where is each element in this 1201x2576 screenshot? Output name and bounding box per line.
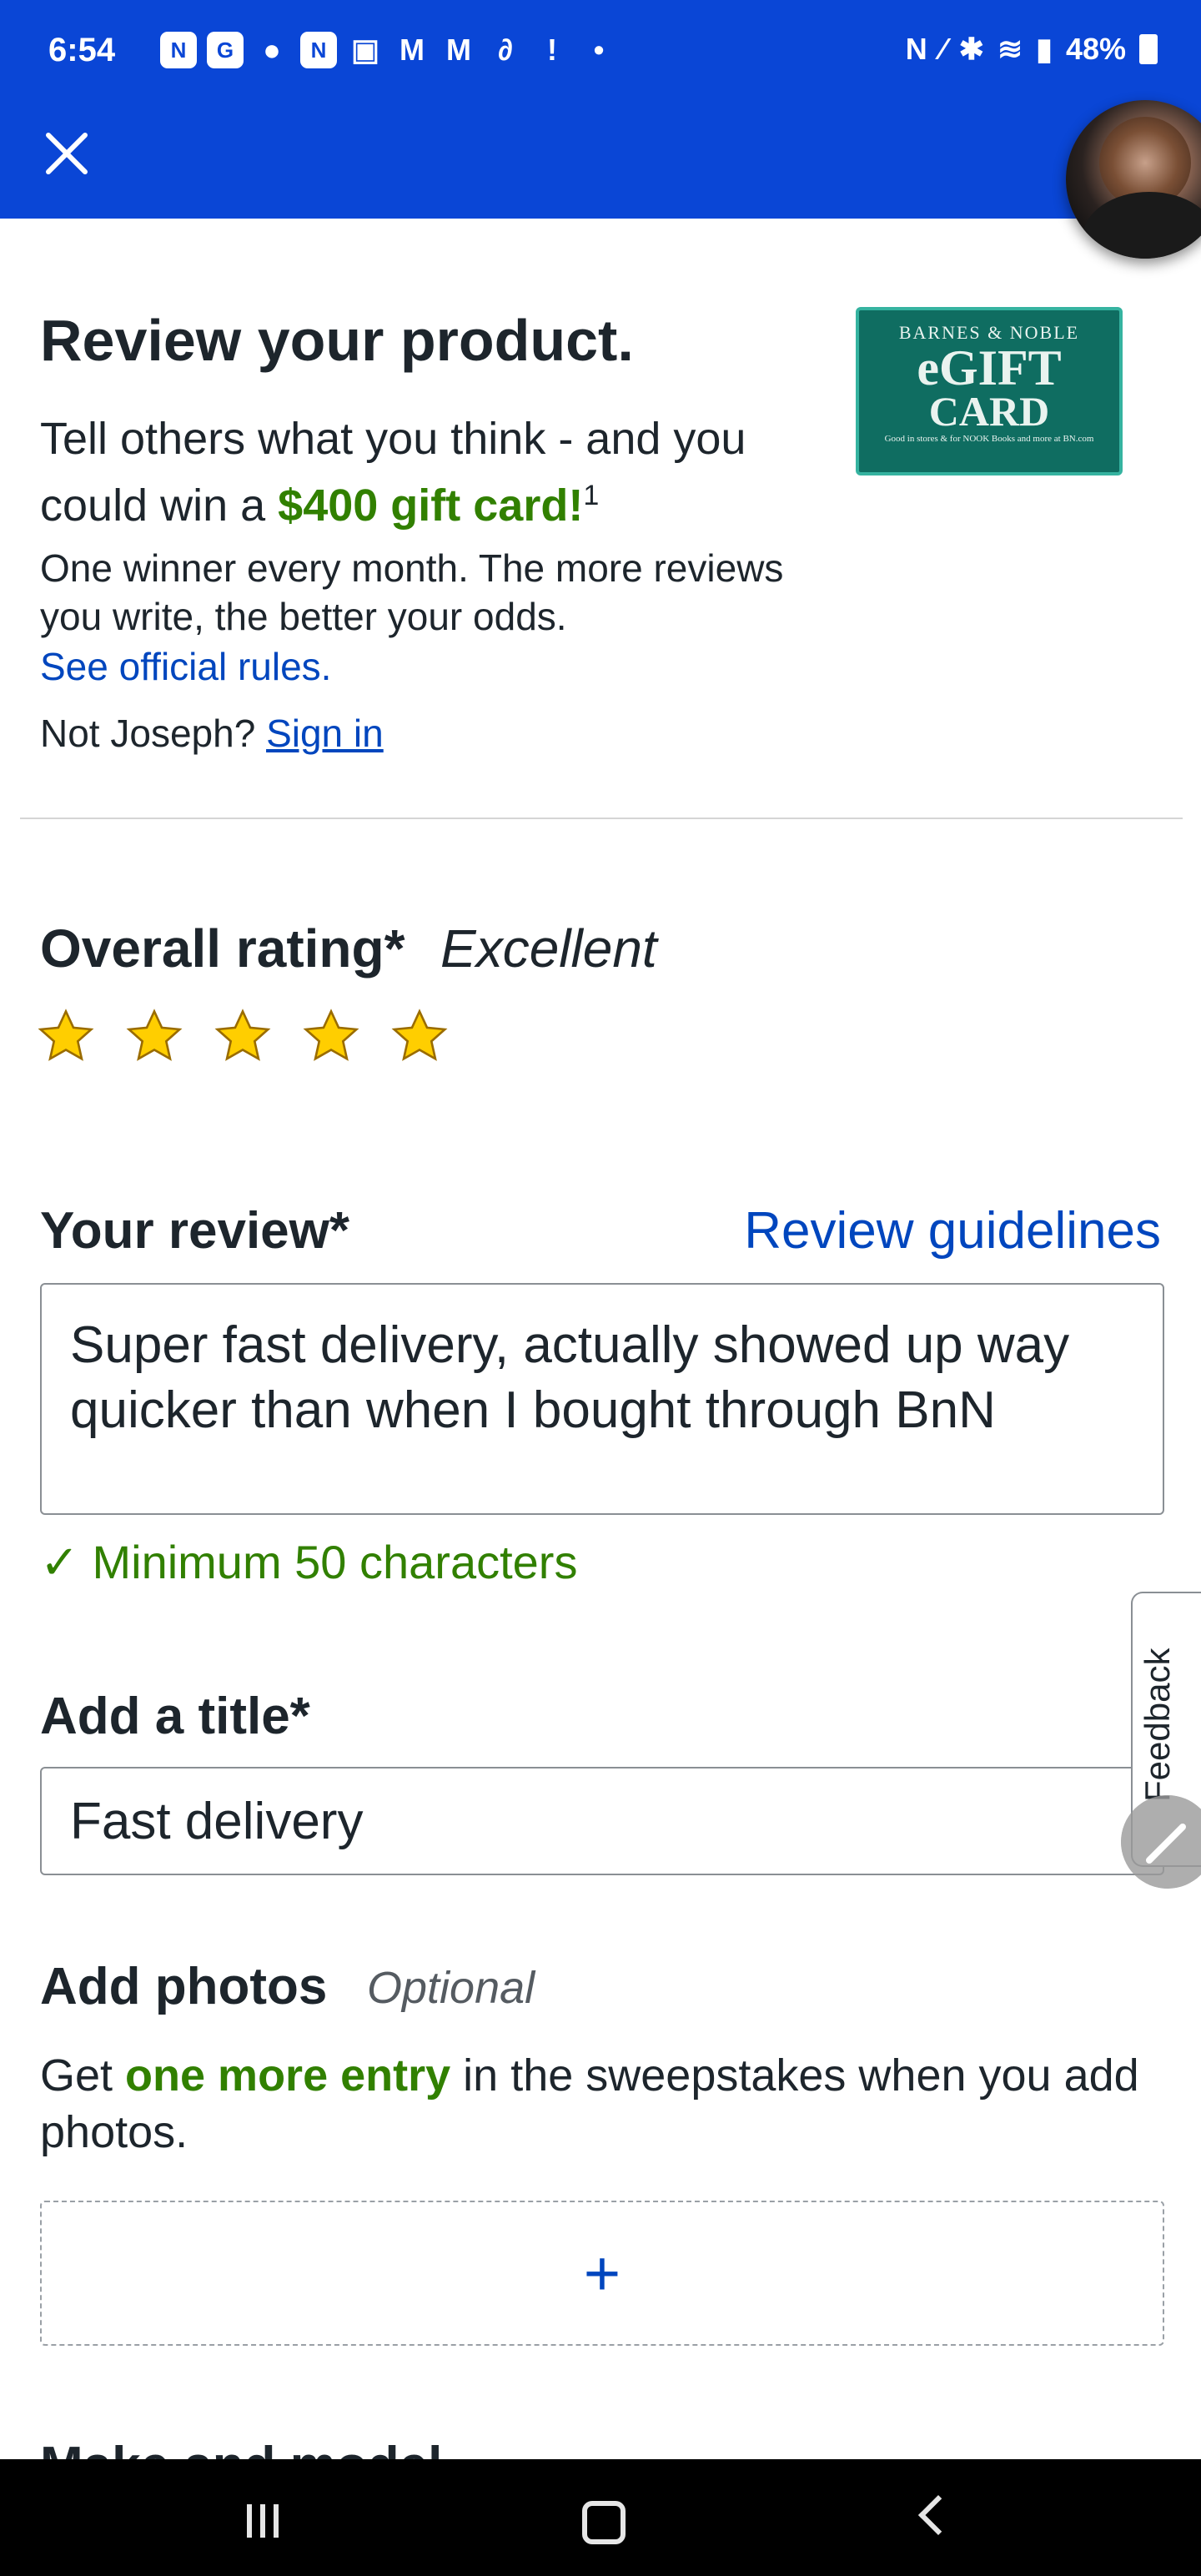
star-icon[interactable]	[214, 1008, 272, 1066]
link-notification-icon: ∂	[498, 33, 513, 67]
app-notification-icon-2: N	[300, 32, 337, 68]
battery-level: 48%	[1065, 32, 1126, 66]
gmail-notification-icon-2: M	[446, 33, 471, 67]
system-status: N ⁄ ✱ ≋ ▮ 48%	[906, 32, 1158, 67]
star-rating	[37, 1008, 449, 1066]
photos-desc-text: Get	[40, 2050, 126, 2101]
battery-icon	[1139, 34, 1158, 64]
app-header: 6:54 N G ● N ▣ M M ∂ ! • N ⁄ ✱ ≋ ▮ 48%	[0, 0, 1201, 219]
intro-detail: One winner every month. The more reviews…	[40, 546, 784, 638]
photos-desc-highlight: one more entry	[125, 2050, 451, 2101]
home-icon[interactable]	[582, 2501, 626, 2544]
not-user-prompt: Not Joseph? Sign in	[40, 711, 384, 756]
signal-icon: ▮	[1036, 32, 1053, 66]
photos-description: Get one more entry in the sweepstakes wh…	[40, 2047, 1174, 2161]
gift-card-fine-print: Good in stores & for NOOK Books and more…	[884, 434, 1094, 444]
wifi-icon: ≋	[997, 32, 1023, 66]
reddit-notification-icon: ●	[263, 33, 281, 67]
add-photo-button[interactable]: +	[40, 2201, 1164, 2346]
notification-icons: N G ● N ▣ M M ∂ ! •	[160, 32, 617, 68]
alert-notification-icon: !	[547, 33, 557, 67]
back-icon[interactable]	[917, 2494, 959, 2536]
min-characters-validation: ✓ Minimum 50 characters	[40, 1536, 578, 1588]
review-text: Super fast delivery, actually showed up …	[70, 1316, 1070, 1439]
photos-optional-tag: Optional	[367, 1963, 535, 2013]
feedback-label: Feedback	[1138, 1648, 1177, 1802]
gift-card-image: BARNES & NOBLE eGIFT CARD Good in stores…	[856, 307, 1123, 475]
page-title: Review your product.	[40, 308, 634, 373]
photos-label: Add photos	[40, 1958, 328, 2015]
gift-card-amount: $400 gift card!	[278, 480, 584, 531]
avatar-shirt	[1083, 192, 1201, 259]
outlook-notification-icon: ▣	[350, 33, 379, 67]
review-textarea[interactable]: Super fast delivery, actually showed up …	[40, 1283, 1164, 1515]
star-icon[interactable]	[125, 1008, 183, 1066]
title-input[interactable]: Fast delivery	[40, 1767, 1164, 1875]
sign-in-link[interactable]: Sign in	[266, 712, 384, 755]
intro-subtitle: Tell others what you think - and you cou…	[40, 410, 807, 534]
title-label: Add a title*	[40, 1688, 310, 1745]
footnote-marker: 1	[583, 480, 600, 511]
star-icon[interactable]	[302, 1008, 360, 1066]
gmail-notification-icon: M	[399, 33, 425, 67]
review-guidelines-link[interactable]: Review guidelines	[744, 1201, 1161, 1260]
rating-value: Excellent	[440, 918, 657, 979]
review-label: Your review*	[40, 1202, 350, 1260]
plus-icon: +	[583, 2237, 621, 2309]
status-bar: 6:54 N G ● N ▣ M M ∂ ! • N ⁄ ✱ ≋ ▮ 48%	[0, 0, 1201, 108]
star-icon[interactable]	[37, 1008, 95, 1066]
close-icon[interactable]	[37, 123, 97, 184]
star-icon[interactable]	[390, 1008, 449, 1066]
gift-card-line2: CARD	[928, 388, 1050, 435]
system-nav-bar	[0, 2459, 1201, 2576]
more-notifications-icon: •	[593, 33, 605, 67]
bluetooth-icon: ✱	[958, 32, 984, 66]
pen-icon: ⁄	[940, 32, 946, 66]
gift-card-line1: eGIFT	[917, 340, 1062, 395]
status-time: 6:54	[48, 32, 116, 68]
not-user-text: Not Joseph?	[40, 712, 256, 755]
section-divider	[20, 818, 1183, 819]
app-notification-icon: N	[160, 32, 197, 68]
title-value: Fast delivery	[70, 1793, 364, 1850]
translate-notification-icon: G	[207, 32, 244, 68]
recents-icon[interactable]	[247, 2504, 285, 2538]
official-rules-link[interactable]: See official rules.	[40, 644, 331, 689]
rating-label: Overall rating*	[40, 918, 405, 979]
nfc-icon: N	[905, 32, 927, 66]
